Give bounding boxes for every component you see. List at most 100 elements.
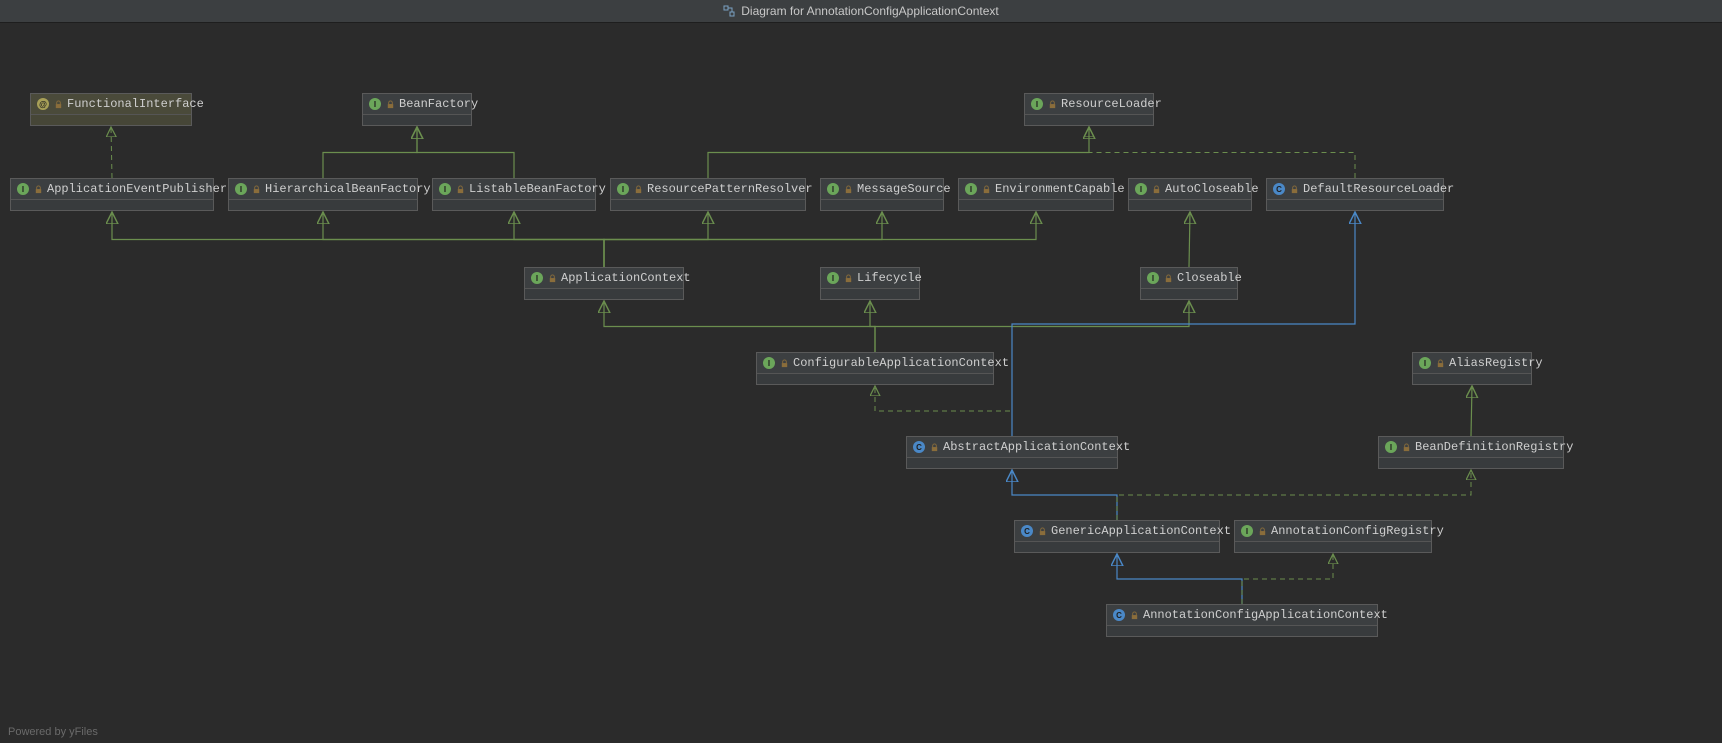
class-icon: C bbox=[913, 441, 925, 453]
node-ResourcePatternResolver[interactable]: IResourcePatternResolver bbox=[610, 178, 806, 211]
lock-icon bbox=[53, 99, 63, 109]
node-label: BeanFactory bbox=[399, 97, 478, 111]
interface-icon: I bbox=[17, 183, 29, 195]
interface-icon: I bbox=[439, 183, 451, 195]
lock-icon bbox=[1435, 358, 1445, 368]
lock-icon bbox=[1037, 526, 1047, 536]
node-label: AutoCloseable bbox=[1165, 182, 1259, 196]
node-label: AbstractApplicationContext bbox=[943, 440, 1130, 454]
node-ResourceLoader[interactable]: IResourceLoader bbox=[1024, 93, 1154, 126]
edge-GenericApplicationContext-to-BeanDefinitionRegistry bbox=[1117, 470, 1471, 520]
edge-ApplicationEventPublisher-to-FunctionalInterface bbox=[111, 127, 112, 178]
interface-icon: I bbox=[1135, 183, 1147, 195]
lock-icon bbox=[981, 184, 991, 194]
node-label: FunctionalInterface bbox=[67, 97, 204, 111]
lock-icon bbox=[1129, 610, 1139, 620]
node-ConfigurableApplicationContext[interactable]: IConfigurableApplicationContext bbox=[756, 352, 994, 385]
class-icon: C bbox=[1021, 525, 1033, 537]
edge-ListableBeanFactory-to-BeanFactory bbox=[417, 127, 514, 178]
node-ApplicationEventPublisher[interactable]: IApplicationEventPublisher bbox=[10, 178, 214, 211]
edge-BeanDefinitionRegistry-to-AliasRegistry bbox=[1471, 386, 1472, 436]
node-label: BeanDefinitionRegistry bbox=[1415, 440, 1573, 454]
node-EnvironmentCapable[interactable]: IEnvironmentCapable bbox=[958, 178, 1114, 211]
node-DefaultResourceLoader[interactable]: CDefaultResourceLoader bbox=[1266, 178, 1444, 211]
interface-icon: I bbox=[1147, 272, 1159, 284]
edge-HierarchicalBeanFactory-to-BeanFactory bbox=[323, 127, 417, 178]
lock-icon bbox=[633, 184, 643, 194]
lock-icon bbox=[843, 184, 853, 194]
lock-icon bbox=[843, 273, 853, 283]
window-title: Diagram for AnnotationConfigApplicationC… bbox=[741, 4, 998, 18]
class-icon: C bbox=[1113, 609, 1125, 621]
node-label: ListableBeanFactory bbox=[469, 182, 606, 196]
lock-icon bbox=[1401, 442, 1411, 452]
node-label: GenericApplicationContext bbox=[1051, 524, 1231, 538]
diagram-icon bbox=[723, 5, 735, 17]
edge-ConfigurableApplicationContext-to-ApplicationContext bbox=[604, 301, 875, 352]
lock-icon bbox=[929, 442, 939, 452]
interface-icon: I bbox=[763, 357, 775, 369]
edge-ResourcePatternResolver-to-ResourceLoader bbox=[708, 127, 1089, 178]
node-label: MessageSource bbox=[857, 182, 951, 196]
node-label: ApplicationContext bbox=[561, 271, 691, 285]
edge-ApplicationContext-to-ListableBeanFactory bbox=[514, 212, 604, 267]
node-label: ResourceLoader bbox=[1061, 97, 1162, 111]
lock-icon bbox=[1047, 99, 1057, 109]
node-AnnotationConfigApplicationContext[interactable]: CAnnotationConfigApplicationContext bbox=[1106, 604, 1378, 637]
edge-AbstractApplicationContext-to-DefaultResourceLoader bbox=[1012, 212, 1355, 436]
edge-AbstractApplicationContext-to-ConfigurableApplicationContext bbox=[875, 386, 1012, 436]
node-label: EnvironmentCapable bbox=[995, 182, 1125, 196]
node-ListableBeanFactory[interactable]: IListableBeanFactory bbox=[432, 178, 596, 211]
node-BeanDefinitionRegistry[interactable]: IBeanDefinitionRegistry bbox=[1378, 436, 1564, 469]
interface-icon: I bbox=[827, 183, 839, 195]
edge-AnnotationConfigApplicationContext-to-GenericApplicationContext bbox=[1117, 554, 1242, 604]
node-BeanFactory[interactable]: IBeanFactory bbox=[362, 93, 472, 126]
node-label: DefaultResourceLoader bbox=[1303, 182, 1454, 196]
node-ApplicationContext[interactable]: IApplicationContext bbox=[524, 267, 684, 300]
interface-icon: I bbox=[965, 183, 977, 195]
node-label: AliasRegistry bbox=[1449, 356, 1543, 370]
lock-icon bbox=[33, 184, 43, 194]
interface-icon: I bbox=[235, 183, 247, 195]
node-GenericApplicationContext[interactable]: CGenericApplicationContext bbox=[1014, 520, 1220, 553]
diagram-canvas[interactable]: @FunctionalInterfaceIBeanFactoryIResourc… bbox=[0, 23, 1722, 743]
node-FunctionalInterface[interactable]: @FunctionalInterface bbox=[30, 93, 192, 126]
node-HierarchicalBeanFactory[interactable]: IHierarchicalBeanFactory bbox=[228, 178, 418, 211]
node-label: ApplicationEventPublisher bbox=[47, 182, 227, 196]
edge-ConfigurableApplicationContext-to-Lifecycle bbox=[870, 301, 875, 352]
node-label: HierarchicalBeanFactory bbox=[265, 182, 431, 196]
annotation-icon: @ bbox=[37, 98, 49, 110]
interface-icon: I bbox=[827, 272, 839, 284]
node-label: ResourcePatternResolver bbox=[647, 182, 813, 196]
interface-icon: I bbox=[369, 98, 381, 110]
edge-ConfigurableApplicationContext-to-Closeable bbox=[875, 301, 1189, 352]
node-AliasRegistry[interactable]: IAliasRegistry bbox=[1412, 352, 1532, 385]
class-icon: C bbox=[1273, 183, 1285, 195]
node-AnnotationConfigRegistry[interactable]: IAnnotationConfigRegistry bbox=[1234, 520, 1432, 553]
node-AbstractApplicationContext[interactable]: CAbstractApplicationContext bbox=[906, 436, 1118, 469]
node-Lifecycle[interactable]: I Lifecycle bbox=[820, 267, 920, 300]
node-label: Lifecycle bbox=[857, 271, 922, 285]
interface-icon: I bbox=[1031, 98, 1043, 110]
node-label: ConfigurableApplicationContext bbox=[793, 356, 1009, 370]
lock-icon bbox=[251, 184, 261, 194]
node-Closeable[interactable]: ICloseable bbox=[1140, 267, 1238, 300]
node-label: AnnotationConfigApplicationContext bbox=[1143, 608, 1388, 622]
edge-GenericApplicationContext-to-AbstractApplicationContext bbox=[1012, 470, 1117, 520]
interface-icon: I bbox=[531, 272, 543, 284]
interface-icon: I bbox=[1385, 441, 1397, 453]
node-MessageSource[interactable]: IMessageSource bbox=[820, 178, 944, 211]
lock-icon bbox=[385, 99, 395, 109]
edge-ApplicationContext-to-EnvironmentCapable bbox=[604, 212, 1036, 267]
edge-AnnotationConfigApplicationContext-to-AnnotationConfigRegistry bbox=[1242, 554, 1333, 604]
edge-DefaultResourceLoader-to-ResourceLoader bbox=[1089, 127, 1355, 178]
node-label: Closeable bbox=[1177, 271, 1242, 285]
node-label: AnnotationConfigRegistry bbox=[1271, 524, 1444, 538]
lock-icon bbox=[1257, 526, 1267, 536]
lock-icon bbox=[779, 358, 789, 368]
lock-icon bbox=[1163, 273, 1173, 283]
window-titlebar: Diagram for AnnotationConfigApplicationC… bbox=[0, 0, 1722, 23]
interface-icon: I bbox=[617, 183, 629, 195]
edge-Closeable-to-AutoCloseable bbox=[1189, 212, 1190, 267]
node-AutoCloseable[interactable]: IAutoCloseable bbox=[1128, 178, 1252, 211]
